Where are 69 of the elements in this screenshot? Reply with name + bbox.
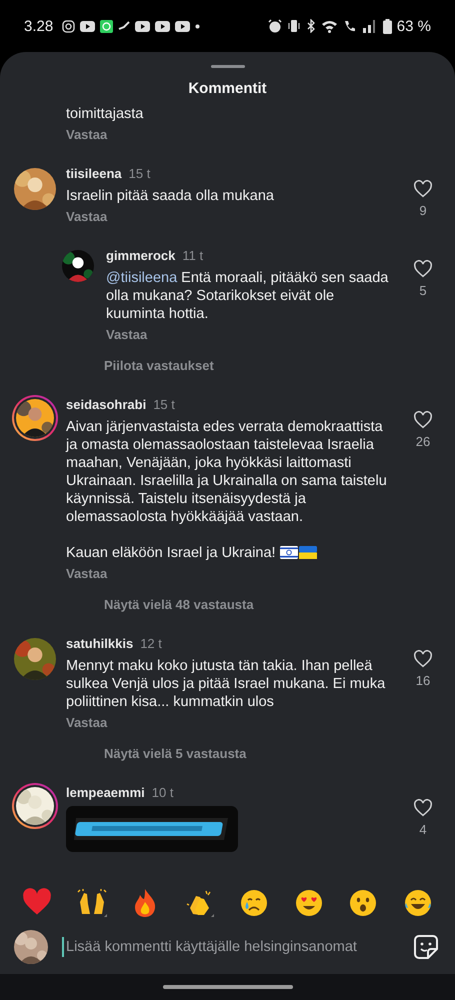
comment-text: @tiisileena Entä moraali, pitääkö sen saada olla mukana? Sotarikokset eivät ole kuuminta hottia. bbox=[106, 269, 390, 323]
comment-time: 12 t bbox=[140, 636, 162, 651]
like-count: 26 bbox=[416, 434, 430, 449]
heart-eyes-face-icon bbox=[294, 888, 324, 918]
like-count: 9 bbox=[419, 203, 427, 218]
reply-link[interactable]: Vastaa bbox=[66, 715, 108, 730]
reply-link[interactable]: Vastaa bbox=[66, 127, 108, 142]
replies-toggle[interactable]: Piilota vastaukset bbox=[104, 358, 214, 373]
emoji-button[interactable] bbox=[348, 888, 378, 918]
like-button[interactable] bbox=[413, 180, 433, 198]
story-ring[interactable] bbox=[12, 783, 58, 829]
reply-link[interactable]: Vastaa bbox=[66, 566, 108, 581]
username[interactable]: satuhilkkis bbox=[66, 636, 134, 651]
video-app-icon bbox=[80, 20, 96, 32]
comment-text: toimittajasta bbox=[66, 105, 144, 123]
heart-icon bbox=[22, 888, 52, 916]
comment-time: 11 t bbox=[182, 248, 204, 263]
replies-toggle[interactable]: Näytä vielä 48 vastausta bbox=[104, 597, 254, 612]
surprised-face-icon bbox=[348, 888, 378, 918]
like-count: 5 bbox=[419, 283, 427, 298]
like-button[interactable] bbox=[413, 799, 433, 817]
laughing-face-icon bbox=[402, 888, 433, 918]
like-count: 4 bbox=[419, 822, 427, 837]
comment-time: 15 t bbox=[153, 397, 175, 412]
emoji-button[interactable] bbox=[402, 888, 433, 918]
emoji-button[interactable] bbox=[76, 888, 107, 918]
clock: 3.28 bbox=[24, 18, 54, 34]
replies-toggle[interactable]: Näytä vielä 5 vastausta bbox=[104, 746, 246, 761]
bluetooth-icon bbox=[306, 19, 316, 33]
more-notifications-icon bbox=[195, 24, 200, 28]
crying-face-icon bbox=[238, 888, 269, 918]
phone-icon bbox=[342, 19, 357, 33]
comment-input[interactable]: Lisää kommentti käyttäjälle helsinginsanomat bbox=[62, 937, 399, 957]
comment-text: Mennyt maku koko jutusta tän takia. Ihan pelleä sulkea Venjä ulos ja pitää Israel mukana. Ei muka poliittinen kisa... kummatkin ulos bbox=[66, 657, 386, 711]
like-button[interactable] bbox=[413, 260, 433, 278]
emoji-button[interactable] bbox=[238, 888, 269, 918]
story-ring[interactable] bbox=[12, 395, 58, 441]
like-button[interactable] bbox=[413, 650, 433, 668]
signal-icon bbox=[362, 19, 378, 33]
comment-text: Aivan järjenvastaista edes verrata demokraattista ja omasta olemassaolostaan taistelevaa Israelia maahan, Venäjään, joka hyökkäsi laittomasti Ukrainaan. Israelilla ja Ukrainalla on sama taistelu käynnissä. Taistelu itsenäisyydestä ja olemassaolosta hyökkääjää vastaan. bbox=[66, 418, 388, 526]
like-count: 16 bbox=[416, 673, 430, 688]
comment-text: Kauan eläköön Israel ja Ukraina! bbox=[66, 544, 388, 562]
like-button[interactable] bbox=[413, 411, 433, 429]
ukraine-flag-icon bbox=[298, 546, 317, 559]
raised-hands-icon bbox=[76, 888, 107, 918]
alarm-icon bbox=[268, 19, 282, 33]
drag-handle[interactable] bbox=[210, 65, 244, 68]
username[interactable]: seidasohrabi bbox=[66, 397, 146, 412]
comment-text: Israelin pitää saada olla mukana bbox=[66, 187, 275, 205]
vibrate-icon bbox=[286, 19, 301, 33]
reply-link[interactable]: Vastaa bbox=[106, 327, 148, 342]
username[interactable]: tiisileena bbox=[66, 166, 122, 181]
video-app-icon bbox=[155, 20, 170, 32]
battery-icon bbox=[382, 18, 392, 34]
username[interactable]: gimmerock bbox=[106, 248, 176, 263]
reply-link[interactable]: Vastaa bbox=[66, 209, 108, 224]
battery-percentage: 63 % bbox=[396, 18, 431, 34]
emoji-button[interactable] bbox=[294, 888, 324, 918]
comment-time: 15 t bbox=[128, 166, 150, 181]
camera-app-icon bbox=[62, 20, 76, 32]
mention-link[interactable]: @tiisileena bbox=[106, 270, 178, 286]
sheet-title: Kommentit bbox=[187, 79, 268, 99]
video-app-icon bbox=[135, 20, 150, 32]
username[interactable]: lempeaemmi bbox=[66, 785, 145, 800]
video-app-icon bbox=[175, 20, 190, 32]
wifi-icon bbox=[320, 19, 338, 33]
timer-app-icon bbox=[100, 20, 114, 32]
comment-time: 10 t bbox=[152, 785, 174, 800]
sticker-icon[interactable] bbox=[413, 934, 439, 960]
